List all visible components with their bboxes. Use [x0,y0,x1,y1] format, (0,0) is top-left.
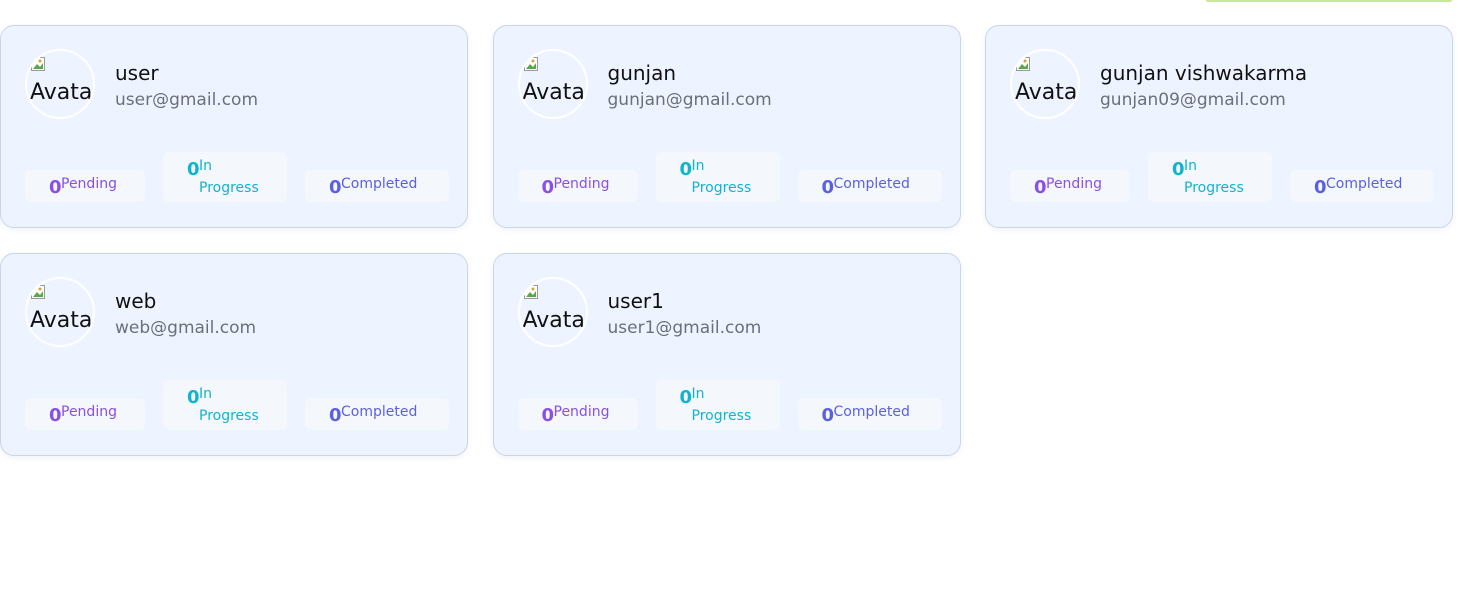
completed-label: Completed [833,176,910,192]
avatar-alt-text: Avatar [30,308,95,333]
avatar-alt-text: Avatar [30,80,95,105]
in-progress-label-line2: Progress [1184,180,1244,196]
completed-count: 0 [821,405,835,426]
user-card-grid: Avatar user user@gmail.com 0 Pending 0 I… [0,25,1453,456]
pending-stat: 0 Pending [25,398,145,430]
user-card[interactable]: Avatar gunjan gunjan@gmail.com 0 Pending… [492,25,961,228]
in-progress-stat: 0 In Progress [655,380,780,430]
completed-label: Completed [1326,176,1403,192]
completed-count: 0 [1314,177,1327,198]
in-progress-label-line2: Progress [199,408,259,424]
pending-label: Pending [1046,176,1102,192]
avatar: Avatar [1010,49,1080,119]
in-progress-count: 0 [679,387,693,408]
user-email: gunjan09@gmail.com [1100,90,1286,110]
pending-stat: 0 Pending [517,170,638,202]
pending-label: Pending [553,176,610,192]
pending-label: Pending [553,404,610,420]
in-progress-stat: 0 In Progress [1148,152,1272,202]
in-progress-stat: 0 In Progress [163,152,287,202]
in-progress-count: 0 [679,159,693,180]
completed-label: Completed [341,176,418,192]
in-progress-label-line2: Progress [691,408,752,424]
pending-stat: 0 Pending [1010,170,1130,202]
broken-image-icon [31,285,45,299]
user-email: user@gmail.com [115,90,259,110]
avatar: Avatar [517,277,588,347]
user-name: gunjan vishwakarma [1100,61,1308,85]
completed-count: 0 [329,177,342,198]
in-progress-stat: 0 In Progress [163,380,287,430]
user-email: gunjan@gmail.com [607,90,772,110]
pending-label: Pending [61,404,117,420]
broken-image-icon [1016,57,1030,71]
user-card[interactable]: Avatar gunjan vishwakarma gunjan09@gmail… [985,25,1453,228]
user-name: gunjan [607,61,677,85]
in-progress-count: 0 [187,387,200,408]
in-progress-label-line2: Progress [199,180,259,196]
in-progress-label-line1: In [691,386,705,402]
broken-image-icon [523,285,538,299]
pending-count: 0 [49,177,62,198]
completed-count: 0 [329,405,342,426]
in-progress-label-line1: In [199,386,213,402]
avatar: Avatar [25,49,95,119]
pending-label: Pending [61,176,117,192]
in-progress-label-line1: In [691,158,705,174]
completed-stat: 0 Completed [1290,170,1434,202]
pending-count: 0 [49,405,62,426]
user-email: web@gmail.com [115,318,257,338]
pending-stat: 0 Pending [25,170,145,202]
in-progress-label-line1: In [199,158,213,174]
completed-label: Completed [341,404,418,420]
in-progress-count: 0 [1172,159,1185,180]
avatar: Avatar [25,277,95,347]
pending-count: 0 [1034,177,1047,198]
avatar-alt-text: Avatar [522,80,588,105]
user-name: user [115,61,159,85]
pending-count: 0 [541,405,555,426]
broken-image-icon [31,57,45,71]
user-name: web [115,289,157,313]
completed-stat: 0 Completed [305,398,449,430]
user-email: user1@gmail.com [607,318,762,338]
avatar-alt-text: Avatar [522,308,588,333]
in-progress-stat: 0 In Progress [655,152,780,202]
in-progress-label-line2: Progress [691,180,752,196]
completed-stat: 0 Completed [797,398,942,430]
user-card[interactable]: Avatar web web@gmail.com 0 Pending 0 In … [0,253,468,456]
in-progress-label-line1: In [1184,158,1198,174]
completed-stat: 0 Completed [797,170,942,202]
broken-image-icon [523,57,538,71]
avatar: Avatar [517,49,588,119]
completed-stat: 0 Completed [305,170,449,202]
pending-stat: 0 Pending [517,398,638,430]
user-card[interactable]: Avatar user1 user1@gmail.com 0 Pending 0… [492,253,961,456]
in-progress-count: 0 [187,159,200,180]
completed-count: 0 [821,177,835,198]
user-card[interactable]: Avatar user user@gmail.com 0 Pending 0 I… [0,25,468,228]
completed-label: Completed [833,404,910,420]
pending-count: 0 [541,177,555,198]
top-accent-bar [1206,0,1452,2]
user-name: user1 [607,289,664,313]
avatar-alt-text: Avatar [1015,80,1080,105]
